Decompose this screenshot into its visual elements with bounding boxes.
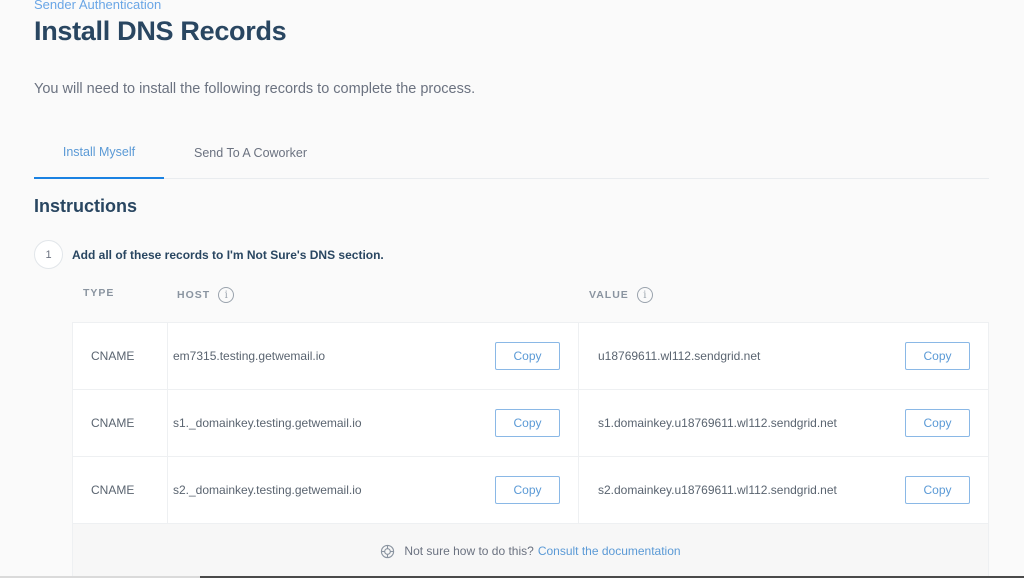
table-row: CNAME em7315.testing.getwemail.io Copy u…	[73, 323, 988, 390]
copy-value-button[interactable]: Copy	[905, 342, 970, 370]
table-row: CNAME s2._domainkey.testing.getwemail.io…	[73, 457, 988, 524]
copy-host-button[interactable]: Copy	[495, 409, 560, 437]
record-type: CNAME	[73, 390, 168, 456]
record-value-cell: s2.domainkey.u18769611.wl112.sendgrid.ne…	[579, 457, 988, 523]
intro-text: You will need to install the following r…	[34, 81, 476, 97]
record-host-cell: s1._domainkey.testing.getwemail.io Copy	[168, 390, 579, 456]
record-host: s2._domainkey.testing.getwemail.io	[173, 483, 362, 497]
record-value: s2.domainkey.u18769611.wl112.sendgrid.ne…	[598, 483, 837, 497]
documentation-link[interactable]: Consult the documentation	[538, 544, 681, 558]
step-1: 1 Add all of these records to I'm Not Su…	[34, 240, 384, 269]
table-row: CNAME s1._domainkey.testing.getwemail.io…	[73, 390, 988, 457]
breadcrumb[interactable]: Sender Authentication	[34, 0, 161, 12]
dns-records-table: CNAME em7315.testing.getwemail.io Copy u…	[72, 322, 989, 578]
tab-bar: Install Myself Send To A Coworker	[34, 126, 989, 179]
instructions-title: Instructions	[34, 196, 138, 216]
column-header-type-label: TYPE	[83, 287, 115, 299]
page-title: Install DNS Records	[34, 16, 287, 46]
record-value: s1.domainkey.u18769611.wl112.sendgrid.ne…	[598, 416, 837, 430]
lifebuoy-icon	[381, 544, 395, 558]
step-text: Add all of these records to I'm Not Sure…	[72, 247, 384, 262]
column-header-host: HOST i	[177, 287, 235, 303]
column-header-host-label: HOST	[177, 289, 211, 301]
copy-host-button[interactable]: Copy	[495, 476, 560, 504]
record-value-cell: u18769611.wl112.sendgrid.net Copy	[579, 323, 988, 389]
tab-send-to-coworker[interactable]: Send To A Coworker	[164, 126, 335, 179]
record-value: u18769611.wl112.sendgrid.net	[598, 349, 761, 363]
help-text: Not sure how to do this?	[404, 544, 534, 558]
copy-host-button[interactable]: Copy	[495, 342, 560, 370]
copy-value-button[interactable]: Copy	[905, 476, 970, 504]
record-host: s1._domainkey.testing.getwemail.io	[173, 416, 362, 430]
record-host-cell: em7315.testing.getwemail.io Copy	[168, 323, 579, 389]
help-footer: Not sure how to do this? Consult the doc…	[73, 524, 988, 578]
record-host: em7315.testing.getwemail.io	[173, 349, 326, 363]
record-type: CNAME	[73, 323, 168, 389]
column-header-value-label: VALUE	[589, 289, 629, 301]
record-host-cell: s2._domainkey.testing.getwemail.io Copy	[168, 457, 579, 523]
copy-value-button[interactable]: Copy	[905, 409, 970, 437]
record-value-cell: s1.domainkey.u18769611.wl112.sendgrid.ne…	[579, 390, 988, 456]
value-info-icon[interactable]: i	[636, 287, 653, 303]
tab-install-myself[interactable]: Install Myself	[34, 126, 164, 179]
step-number-badge: 1	[34, 240, 63, 269]
column-header-value: VALUE i	[589, 287, 653, 303]
host-info-icon[interactable]: i	[218, 287, 235, 303]
column-header-type: TYPE	[83, 287, 114, 299]
record-type: CNAME	[73, 457, 168, 523]
